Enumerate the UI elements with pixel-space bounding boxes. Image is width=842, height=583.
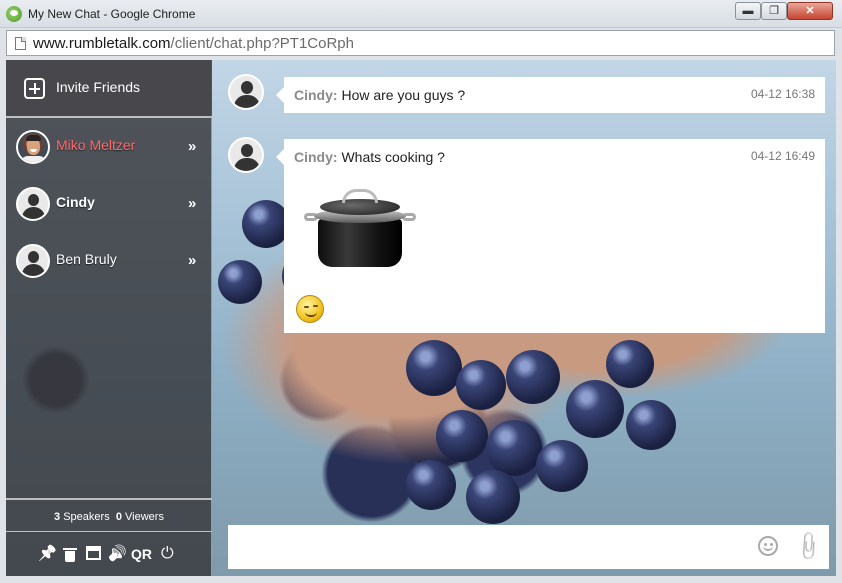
url-path: /client/chat.php?PT1CoRph [170, 35, 354, 52]
user-list-item[interactable]: Ben Bruly » [6, 232, 212, 288]
background-photo [406, 460, 456, 510]
power-icon[interactable]: ⏻ [161, 545, 174, 563]
message-input[interactable] [228, 525, 748, 569]
emoji-picker-icon[interactable] [758, 536, 778, 556]
user-list-item[interactable]: Cindy » [6, 175, 212, 231]
chevron-right-icon[interactable]: » [188, 195, 197, 212]
url-field[interactable]: www.rumbletalk.com/client/chat.php?PT1Co… [6, 30, 835, 56]
message-avatar [228, 137, 264, 173]
chevron-right-icon[interactable]: » [188, 252, 197, 269]
viewers-label: Viewers [125, 511, 164, 523]
pin-icon[interactable]: 📌 [38, 544, 57, 562]
user-name: Cindy [56, 194, 95, 210]
url-text: www.rumbletalk.com/client/chat.php?PT1Co… [33, 35, 354, 52]
avatar [16, 187, 50, 221]
cooking-pot-image[interactable] [304, 185, 416, 273]
invite-friends-button[interactable]: Invite Friends [6, 60, 212, 118]
chevron-right-icon[interactable]: » [188, 138, 197, 155]
invite-friends-label: Invite Friends [56, 79, 141, 95]
message-timestamp: 04-12 16:49 [750, 149, 815, 163]
avatar [16, 130, 50, 164]
sidebar: Invite Friends Miko Meltzer » Cindy » Be… [6, 60, 212, 576]
background-photo [536, 440, 588, 492]
popout-window-icon[interactable] [86, 546, 101, 560]
background-photo [506, 350, 560, 404]
rumbletalk-logo-icon [6, 6, 22, 22]
speaker-icon[interactable]: 🔊 [108, 544, 127, 562]
plus-icon [24, 78, 45, 99]
message-sender: Cindy: Whats cooking ? [294, 149, 445, 165]
participant-counts: 3 Speakers 0 Viewers [6, 498, 212, 532]
background-photo [436, 410, 488, 462]
maximize-button[interactable]: ❐ [761, 2, 787, 20]
background-photo [566, 380, 624, 438]
message-timestamp: 04-12 16:38 [750, 87, 815, 101]
message-composer: 📎 [228, 525, 829, 569]
background-photo [606, 340, 654, 388]
close-button[interactable]: ✕ [787, 2, 833, 20]
speakers-count: 3 [54, 511, 61, 523]
message-sender: Cindy: How are you guys ? [294, 87, 465, 103]
window-titlebar: My New Chat - Google Chrome ▬ ❐ ✕ [0, 0, 842, 28]
user-name: Miko Meltzer [56, 137, 136, 153]
user-list-item[interactable]: Miko Meltzer » [6, 118, 212, 174]
wink-emoji-icon [296, 295, 324, 323]
user-name: Ben Bruly [56, 251, 117, 267]
page-icon [15, 37, 26, 50]
message-text: How are you guys ? [341, 87, 466, 103]
paperclip-icon[interactable]: 📎 [791, 529, 826, 564]
message-bubble: Cindy: Whats cooking ? 04-12 16:49 [276, 139, 825, 333]
message-text: Whats cooking ? [341, 149, 445, 165]
message-sender-name: Cindy: [294, 149, 338, 165]
avatar [16, 244, 50, 278]
background-photo [218, 260, 262, 304]
background-photo [486, 420, 542, 476]
address-bar: www.rumbletalk.com/client/chat.php?PT1Co… [0, 28, 842, 60]
minimize-button[interactable]: ▬ [735, 2, 761, 20]
background-photo [406, 340, 462, 396]
background-photo [466, 470, 520, 524]
qr-button[interactable]: QR [131, 546, 152, 562]
url-domain: www.rumbletalk.com [33, 35, 171, 52]
message-avatar [228, 74, 264, 110]
background-photo [456, 360, 506, 410]
trash-icon[interactable] [63, 548, 77, 562]
message-bubble: Cindy: How are you guys ? 04-12 16:38 [276, 77, 825, 113]
sidebar-toolbar: 📌 🔊 QR ⏻ [6, 532, 212, 576]
background-photo [242, 200, 290, 248]
viewers-count: 0 [115, 511, 122, 523]
background-photo [626, 400, 676, 450]
window-title: My New Chat - Google Chrome [28, 7, 196, 21]
message-sender-name: Cindy: [294, 87, 338, 103]
speakers-label: Speakers [63, 511, 110, 523]
chat-app: Invite Friends Miko Meltzer » Cindy » Be… [6, 60, 836, 576]
